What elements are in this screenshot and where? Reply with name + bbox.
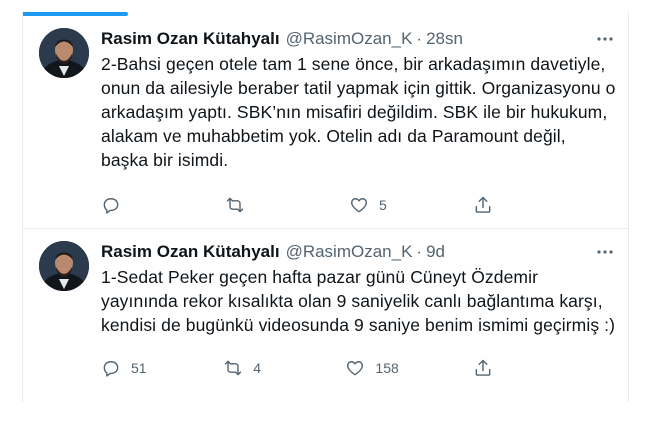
reply-count: 51 (131, 360, 147, 376)
tweet-actions: 5 (101, 190, 521, 220)
tweet-header: Rasim Ozan Kütahyalı @RasimOzan_K · 28sn (101, 28, 616, 50)
tweet-text: 1-Sedat Peker geçen hafta pazar günü Cün… (101, 267, 616, 335)
tweet[interactable]: Rasim Ozan Kütahyalı @RasimOzan_K · 28sn… (23, 16, 628, 228)
share-button[interactable] (473, 358, 521, 378)
reply-icon (103, 361, 119, 377)
more-horizontal-icon[interactable] (594, 243, 616, 261)
tweet-actions: 51 4 158 (101, 353, 521, 383)
author-name[interactable]: Rasim Ozan Kütahyalı (101, 242, 280, 262)
share-button[interactable] (473, 195, 521, 215)
retweet-count: 4 (253, 360, 261, 376)
separator: · (416, 242, 423, 261)
timeline-border-right (628, 12, 629, 402)
like-count: 5 (379, 197, 387, 213)
share-icon (475, 359, 491, 376)
author-name[interactable]: Rasim Ozan Kütahyalı (101, 29, 280, 49)
tweet-text: 2-Bahsi geçen otele tam 1 sene önce, bir… (101, 54, 616, 170)
tweet-content: Rasim Ozan Kütahyalı @RasimOzan_K · 28sn… (101, 28, 616, 228)
retweet-icon (226, 197, 244, 213)
like-button[interactable]: 158 (345, 358, 399, 378)
heart-icon (347, 361, 364, 376)
author-handle[interactable]: @RasimOzan_K (286, 242, 413, 262)
tweet-header: Rasim Ozan Kütahyalı @RasimOzan_K · 9d (101, 241, 616, 263)
reply-icon (103, 198, 119, 214)
timestamp[interactable]: 9d (426, 242, 445, 262)
avatar[interactable] (39, 28, 89, 78)
retweet-icon (224, 360, 242, 376)
reply-button[interactable] (101, 195, 149, 215)
separator: · (416, 29, 423, 48)
author-handle[interactable]: @RasimOzan_K (286, 29, 413, 49)
tweet-content: Rasim Ozan Kütahyalı @RasimOzan_K · 9d 1… (101, 241, 616, 391)
tweet-feed: Rasim Ozan Kütahyalı @RasimOzan_K · 28sn… (23, 16, 628, 391)
like-button[interactable]: 5 (349, 195, 397, 215)
timestamp[interactable]: 28sn (426, 29, 463, 49)
tweet[interactable]: Rasim Ozan Kütahyalı @RasimOzan_K · 9d 1… (23, 228, 628, 391)
reply-button[interactable]: 51 (101, 358, 149, 378)
retweet-button[interactable] (225, 195, 273, 215)
avatar[interactable] (39, 241, 89, 291)
retweet-button[interactable]: 4 (223, 358, 271, 378)
more-horizontal-icon[interactable] (594, 30, 616, 48)
share-icon (475, 196, 491, 213)
heart-icon (351, 198, 367, 213)
like-count: 158 (375, 360, 399, 376)
